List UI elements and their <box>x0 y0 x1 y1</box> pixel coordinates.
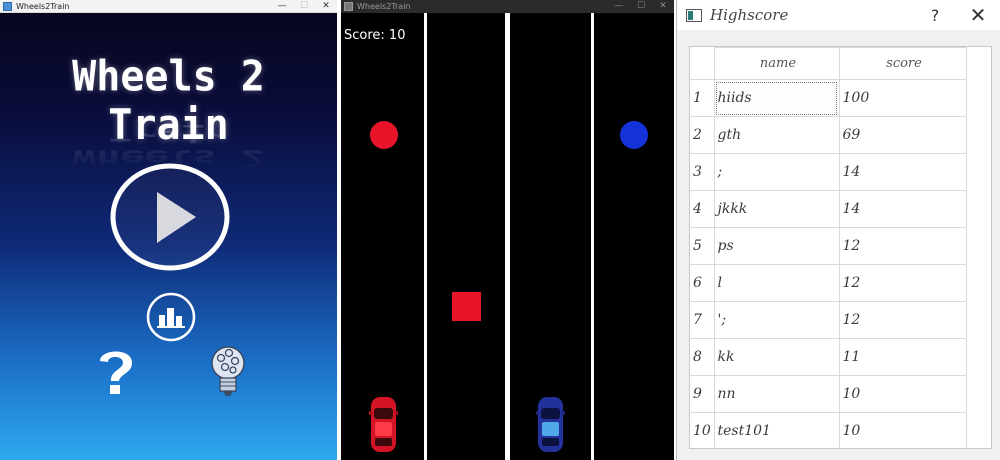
highscore-table: name score 1 hiids 100 2 gth 69 3; 14 4 jkkk 14 5 ps… <box>690 47 967 448</box>
question-icon <box>100 351 132 394</box>
red-circle-target <box>370 121 398 149</box>
name-cell[interactable]: kk <box>713 338 840 376</box>
row-number: 3 <box>690 153 715 191</box>
score-cell[interactable]: 12 <box>838 301 967 339</box>
highscore-titlebar: Highscore ? ✕ <box>677 0 1000 30</box>
highscore-title: Highscore <box>710 6 789 24</box>
window-icon <box>686 8 702 22</box>
name-cell[interactable]: ps <box>713 227 840 265</box>
maximize-button[interactable]: ☐ <box>630 0 652 13</box>
score-cell[interactable]: 14 <box>838 190 967 228</box>
score-cell[interactable]: 10 <box>838 375 967 413</box>
score-cell[interactable]: 100 <box>838 79 967 117</box>
menu-titlebar: Wheels2Train — ☐ ✕ <box>0 0 337 13</box>
close-button[interactable]: ✕ <box>315 0 337 13</box>
game-window: Wheels2Train — ☐ ✕ Score: 10 <box>341 0 674 460</box>
score-cell[interactable]: 10 <box>838 412 967 448</box>
red-square-obstacle <box>452 292 481 321</box>
road-divider <box>505 13 510 460</box>
column-header-score[interactable]: score <box>838 47 967 80</box>
table-row[interactable]: 4 jkkk 14 <box>690 190 967 228</box>
row-number: 5 <box>690 227 715 265</box>
maximize-button[interactable]: ☐ <box>293 0 315 13</box>
table-row[interactable]: 8 kk 11 <box>690 338 967 376</box>
menu-background: Wheels 2 Train Wheels 2 Train <box>0 13 337 460</box>
table-row[interactable]: 6 l 12 <box>690 264 967 302</box>
minimize-button[interactable]: — <box>271 0 293 13</box>
stats-icon <box>146 292 196 342</box>
score-label: Score: 10 <box>344 28 406 43</box>
table-header-row: name score <box>690 47 967 80</box>
table-row[interactable]: 7 '; 12 <box>690 301 967 339</box>
play-button[interactable] <box>110 163 230 273</box>
blue-car[interactable] <box>536 397 565 452</box>
tips-button[interactable] <box>208 343 248 403</box>
row-number: 1 <box>690 79 715 117</box>
score-cell[interactable]: 14 <box>838 153 967 191</box>
row-number: 4 <box>690 190 715 228</box>
name-cell[interactable]: l <box>713 264 840 302</box>
app-icon <box>3 1 12 11</box>
close-icon[interactable]: ✕ <box>955 3 1000 27</box>
table-row[interactable]: 1 hiids 100 <box>690 79 967 117</box>
table-row[interactable]: 10 test101 10 <box>690 412 967 448</box>
table-row[interactable]: 9 nn 10 <box>690 375 967 413</box>
row-number: 10 <box>690 412 715 448</box>
menu-window: Wheels2Train — ☐ ✕ Wheels 2 Train Wheels… <box>0 0 337 460</box>
app-icon <box>344 2 353 11</box>
highscore-table-container[interactable]: name score 1 hiids 100 2 gth 69 3; 14 4 jkkk 14 5 ps… <box>689 46 992 449</box>
score-cell[interactable]: 11 <box>838 338 967 376</box>
corner-header <box>690 47 715 80</box>
score-cell[interactable]: 69 <box>838 116 967 154</box>
score-cell[interactable]: 12 <box>838 264 967 302</box>
highscore-button[interactable] <box>145 291 197 343</box>
name-cell[interactable]: gth <box>713 116 840 154</box>
name-cell[interactable]: ; <box>713 153 840 191</box>
row-number: 2 <box>690 116 715 154</box>
help-button[interactable] <box>94 345 138 401</box>
menu-window-title: Wheels2Train <box>16 1 70 11</box>
red-car[interactable] <box>369 397 398 452</box>
table-row[interactable]: 3; 14 <box>690 153 967 191</box>
row-number: 6 <box>690 264 715 302</box>
help-icon[interactable]: ? <box>915 6 955 25</box>
blue-circle-target <box>620 121 648 149</box>
lane-line <box>424 13 427 460</box>
column-header-name[interactable]: name <box>713 47 840 80</box>
game-canvas <box>341 13 674 460</box>
game-titlebar: Wheels2Train — ☐ ✕ <box>341 0 674 13</box>
score-cell[interactable]: 12 <box>838 227 967 265</box>
name-cell[interactable]: test101 <box>713 412 840 448</box>
row-number: 7 <box>690 301 715 339</box>
close-button[interactable]: ✕ <box>652 0 674 13</box>
game-window-title: Wheels2Train <box>357 2 411 11</box>
name-cell[interactable]: nn <box>713 375 840 413</box>
name-cell[interactable]: jkkk <box>713 190 840 228</box>
name-cell[interactable]: '; <box>713 301 840 339</box>
name-cell[interactable]: hiids <box>713 79 840 117</box>
game-field[interactable]: Score: 10 <box>341 13 674 460</box>
table-row[interactable]: 5 ps 12 <box>690 227 967 265</box>
highscore-window: Highscore ? ✕ name score 1 hiids 100 2 gth 69… <box>676 0 1000 460</box>
lane-line <box>591 13 594 460</box>
play-icon <box>110 163 230 271</box>
lightbulb-icon <box>211 346 245 396</box>
minimize-button[interactable]: — <box>608 0 630 13</box>
table-row[interactable]: 2 gth 69 <box>690 116 967 154</box>
row-number: 9 <box>690 375 715 413</box>
row-number: 8 <box>690 338 715 376</box>
